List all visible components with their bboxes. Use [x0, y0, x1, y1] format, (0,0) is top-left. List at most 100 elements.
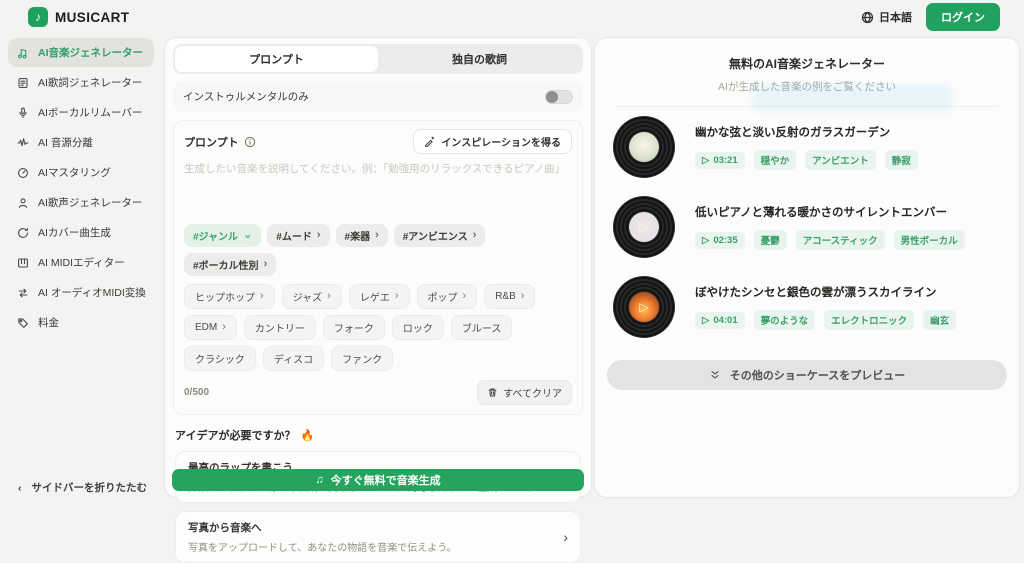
- genre-chip[interactable]: ヒップホップ›: [184, 284, 275, 309]
- sidebar-item-ai-audio-midi-convert[interactable]: AI オーディオMIDI変換: [8, 278, 154, 307]
- genre-chip[interactable]: レゲエ›: [349, 284, 410, 309]
- sidebar-item-ai-cover-song[interactable]: AIカバー曲生成: [8, 218, 154, 247]
- category-genre[interactable]: #ジャンル ⌄: [184, 224, 261, 247]
- category-label: #ボーカル性別: [193, 257, 259, 272]
- chevron-right-icon: ›: [463, 291, 467, 302]
- sidebar-item-ai-mastering[interactable]: AIマスタリング: [8, 158, 154, 187]
- sidebar-item-ai-vocal-remover[interactable]: AIボーカルリムーバー: [8, 98, 154, 127]
- generate-music-label: 今すぐ無料で音楽生成: [331, 472, 441, 488]
- clear-all-label: すべてクリア: [503, 385, 562, 400]
- chevron-left-icon: ‹: [18, 482, 22, 494]
- genre-chip[interactable]: ポップ ›: [417, 284, 478, 309]
- prompt-label: プロンプト: [184, 134, 239, 150]
- sidebar-item-ai-singing-voice-generator[interactable]: AI歌声ジェネレーター: [8, 188, 154, 217]
- get-inspiration-button[interactable]: インスピレーションを得る: [413, 129, 572, 154]
- info-icon[interactable]: [244, 136, 256, 148]
- genre-label: ディスコ: [274, 351, 313, 366]
- vinyl-record-thumbnail[interactable]: ▷: [613, 196, 675, 258]
- idea-card-title: 写真から音楽へ: [188, 520, 457, 535]
- mastering-knob-icon: [17, 167, 29, 179]
- play-duration[interactable]: ▷ 02:35: [695, 232, 745, 249]
- play-icon: ▷: [639, 300, 648, 314]
- char-counter: 0/500: [184, 387, 209, 398]
- sidebar: AI音楽ジェネレーター AI歌詞ジェネレーター AIボーカルリムーバー AI 音…: [8, 38, 154, 338]
- double-chevron-down-icon: [709, 369, 721, 381]
- category-vocal-gender[interactable]: #ボーカル性別 ›: [184, 253, 276, 276]
- showcase-panel: 無料のAI音楽ジェネレーター AIが生成した音楽の例をご覧ください 幽かな弦と淡…: [595, 38, 1019, 497]
- sidebar-item-label: AIカバー曲生成: [38, 225, 111, 240]
- category-mood[interactable]: #ムード ›: [267, 224, 329, 247]
- tab-custom-lyrics[interactable]: 独自の歌詞: [378, 46, 581, 72]
- chevron-right-icon: ›: [375, 230, 379, 241]
- prompt-section: プロンプト インスピレーションを得る #ジャンル ⌄ #ムード › #楽器 ›: [173, 120, 583, 415]
- chevron-right-icon: ›: [260, 291, 264, 302]
- genre-chip[interactable]: ジャズ›: [282, 284, 342, 309]
- sidebar-item-ai-lyrics-generator[interactable]: AI歌詞ジェネレーター: [8, 68, 154, 97]
- login-button[interactable]: ログイン: [926, 3, 1000, 31]
- genre-chip[interactable]: ロック: [392, 315, 444, 340]
- piano-icon: [17, 257, 29, 269]
- cover-refresh-icon: [17, 227, 29, 239]
- ideas-section: アイデアが必要ですか？ 🔥 最高のラップを書こう 押韻ターゲット、様々な構成、異…: [173, 427, 583, 563]
- clear-all-button[interactable]: すべてクリア: [477, 380, 572, 405]
- sidebar-item-label: AIマスタリング: [38, 165, 111, 180]
- microphone-icon: [17, 107, 29, 119]
- genre-chip[interactable]: R&B›: [484, 284, 535, 309]
- genre-label: カントリー: [255, 320, 305, 335]
- showcase-subtitle: AIが生成した音楽の例をご覧ください: [605, 79, 1009, 94]
- genre-label: クラシック: [195, 351, 245, 366]
- genre-label: ジャズ: [293, 289, 323, 304]
- generate-music-button[interactable]: ♫ 今すぐ無料で音楽生成: [172, 469, 584, 491]
- sidebar-item-ai-midi-editor[interactable]: AI MIDIエディター: [8, 248, 154, 277]
- chevron-right-icon: ›: [473, 230, 477, 241]
- category-instrument[interactable]: #楽器 ›: [336, 224, 388, 247]
- duration-value: 03:21: [713, 155, 737, 166]
- genre-chip[interactable]: ブルース: [451, 315, 513, 340]
- preview-more-showcases-button[interactable]: その他のショーケースをプレビュー: [607, 360, 1007, 390]
- counter-row: 0/500 すべてクリア: [184, 380, 572, 405]
- genre-chip[interactable]: ディスコ: [263, 346, 324, 371]
- track-tag: 静寂: [885, 150, 918, 170]
- category-label: #ジャンル: [193, 228, 238, 243]
- sidebar-item-ai-stem-splitter[interactable]: AI 音源分離: [8, 128, 154, 157]
- showcase-item: ▷ 低いピアノと薄れる暖かさのサイレントエンバー ▷ 02:35 憂鬱 アコース…: [605, 187, 1009, 267]
- genre-chip[interactable]: ファンク: [331, 346, 393, 371]
- sidebar-item-label: AI オーディオMIDI変換: [38, 285, 146, 300]
- category-ambience[interactable]: #アンビエンス ›: [394, 224, 486, 247]
- play-icon: ▷: [702, 315, 709, 326]
- showcase-title: 無料のAI音楽ジェネレーター: [605, 55, 1009, 72]
- language-selector[interactable]: 日本語: [861, 9, 912, 25]
- brand-logo[interactable]: ♪ MUSICART: [28, 7, 129, 27]
- track-tag: 男性ボーカル: [894, 230, 965, 250]
- sidebar-collapse-button[interactable]: ‹ サイドバーを折りたたむ: [18, 480, 147, 495]
- duration-value: 02:35: [713, 235, 737, 246]
- instrumental-toggle[interactable]: [545, 90, 573, 104]
- genre-label: ポップ: [428, 289, 458, 304]
- globe-icon: [861, 11, 874, 24]
- play-duration[interactable]: ▷ 04:01: [695, 312, 745, 329]
- genre-chip[interactable]: カントリー: [244, 315, 316, 340]
- genre-label: EDM: [195, 322, 217, 333]
- sidebar-item-label: 料金: [38, 315, 59, 330]
- record-label-sunset: ▷: [629, 292, 659, 322]
- category-label: #楽器: [345, 228, 371, 243]
- tab-prompt[interactable]: プロンプト: [175, 46, 378, 72]
- genre-chip[interactable]: フォーク: [323, 315, 385, 340]
- prompt-input[interactable]: [184, 161, 572, 215]
- track-title: 低いピアノと薄れる暖かさのサイレントエンバー: [695, 204, 965, 220]
- fire-emoji-icon: 🔥: [300, 429, 314, 442]
- track-tag: エレクトロニック: [824, 310, 914, 330]
- track-title: 幽かな弦と淡い反射のガラスガーデン: [695, 124, 918, 140]
- vinyl-record-thumbnail[interactable]: ▷: [613, 276, 675, 338]
- sidebar-item-ai-music-generator[interactable]: AI音楽ジェネレーター: [8, 38, 154, 67]
- vinyl-record-thumbnail[interactable]: [613, 116, 675, 178]
- idea-card-photo-to-music[interactable]: 写真から音楽へ 写真をアップロードして、あなたの物語を音楽で伝えよう。 ›: [175, 511, 581, 563]
- genre-label: R&B: [495, 291, 516, 302]
- genre-chip[interactable]: EDM›: [184, 315, 237, 340]
- record-label-pastel: ▷: [629, 212, 659, 242]
- genre-chip[interactable]: クラシック: [184, 346, 256, 371]
- genre-label: レゲエ: [360, 289, 390, 304]
- sidebar-item-pricing[interactable]: 料金: [8, 308, 154, 337]
- play-duration[interactable]: ▷ 03:21: [695, 152, 745, 169]
- genre-chip-row: ヒップホップ› ジャズ› レゲエ› ポップ› R&B› EDM› カントリー フ…: [184, 284, 572, 371]
